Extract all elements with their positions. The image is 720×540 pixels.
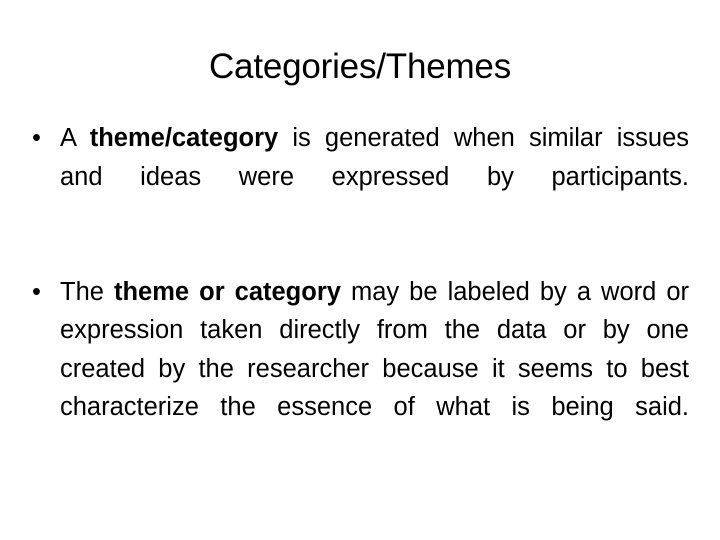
slide-body: • A theme/category is generated when sim…	[27, 119, 689, 465]
list-item-text: The theme or category may be labeled by …	[60, 273, 689, 466]
list-item-text: A theme/category is generated when simil…	[60, 119, 689, 235]
page-title: Categories/Themes	[208, 47, 511, 86]
list-item: • The theme or category may be labeled b…	[27, 273, 689, 466]
list-item-text-emphasis: theme or category	[113, 277, 341, 306]
bullet-point-icon: •	[32, 277, 41, 306]
bullet-point-icon: •	[32, 124, 41, 152]
list-item-text-emphasis: theme/category	[89, 124, 279, 152]
list-item-text-prefix: A	[60, 124, 90, 152]
slide: Categories/Themes • A theme/category is …	[0, 0, 720, 540]
list-item: • A theme/category is generated when sim…	[27, 119, 689, 235]
list-item-text-prefix: The	[60, 277, 114, 306]
